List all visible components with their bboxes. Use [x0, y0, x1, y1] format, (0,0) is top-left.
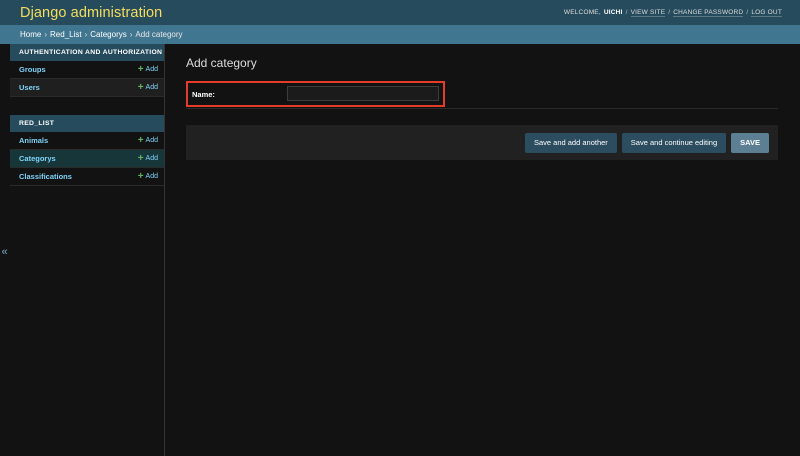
add-categorys-link[interactable]: + Add	[137, 152, 158, 164]
user-tools: WELCOME, UICHI / VIEW SITE / CHANGE PASS…	[564, 9, 782, 17]
sidebar-link-groups[interactable]: Groups	[19, 65, 46, 74]
welcome-text: WELCOME,	[563, 9, 601, 16]
breadcrumb-current: Add category	[135, 30, 183, 39]
plus-icon: +	[137, 63, 144, 75]
breadcrumb-categorys[interactable]: Categorys	[90, 30, 126, 39]
view-site-link[interactable]: VIEW SITE	[630, 9, 666, 17]
sidebar-link-classifications[interactable]: Classifications	[19, 172, 72, 181]
module-auth: AUTHENTICATION AND AUTHORIZATION Groups …	[10, 44, 164, 97]
breadcrumb-red-list[interactable]: Red_List	[50, 30, 82, 39]
form-row-name: Name:	[186, 81, 778, 109]
sidebar-link-users[interactable]: Users	[19, 83, 40, 92]
page-title: Add category	[186, 56, 257, 70]
change-password-link[interactable]: CHANGE PASSWORD	[673, 9, 744, 17]
breadcrumb: Home › Red_List › Categorys › Add catego…	[0, 25, 800, 44]
user-tools-separator: /	[746, 9, 749, 16]
plus-icon: +	[137, 81, 144, 93]
add-groups-link[interactable]: + Add	[137, 63, 158, 75]
sidebar-item-classifications: Classifications + Add	[10, 168, 164, 186]
user-tools-separator: /	[668, 9, 671, 16]
header: Django administration WELCOME, UICHI / V…	[0, 0, 800, 25]
module-caption-red-list[interactable]: RED_LIST	[10, 115, 164, 132]
nav-sidebar: AUTHENTICATION AND AUTHORIZATION Groups …	[10, 44, 165, 456]
add-label: Add	[145, 84, 158, 91]
add-users-link[interactable]: + Add	[137, 81, 158, 93]
plus-icon: +	[137, 134, 144, 146]
sidebar-item-users: Users + Add	[10, 79, 164, 97]
add-classifications-link[interactable]: + Add	[137, 170, 158, 182]
add-label: Add	[145, 137, 158, 144]
nav-sidebar-toggle-icon[interactable]: «	[0, 244, 9, 260]
save-button[interactable]: SAVE	[731, 132, 769, 153]
add-label: Add	[145, 155, 158, 162]
add-label: Add	[145, 66, 158, 73]
module-red-list: RED_LIST Animals + Add Categorys + Add C…	[10, 115, 164, 186]
sidebar-link-animals[interactable]: Animals	[19, 136, 48, 145]
plus-icon: +	[137, 170, 144, 182]
breadcrumb-home[interactable]: Home	[20, 30, 41, 39]
submit-row: Save and add another Save and continue e…	[186, 125, 778, 160]
sidebar-item-groups: Groups + Add	[10, 61, 164, 79]
plus-icon: +	[137, 152, 144, 164]
breadcrumb-separator: ›	[129, 30, 133, 39]
add-animals-link[interactable]: + Add	[137, 134, 158, 146]
name-input[interactable]	[287, 86, 439, 101]
sidebar-link-categorys[interactable]: Categorys	[19, 154, 56, 163]
sidebar-item-categorys: Categorys + Add	[10, 150, 164, 168]
breadcrumb-separator: ›	[84, 30, 88, 39]
sidebar-item-animals: Animals + Add	[10, 132, 164, 150]
log-out-link[interactable]: LOG OUT	[751, 9, 782, 17]
breadcrumb-separator: ›	[44, 30, 48, 39]
save-and-add-another-button[interactable]: Save and add another	[524, 132, 617, 153]
save-and-continue-button[interactable]: Save and continue editing	[621, 132, 727, 153]
main-content: Add category Name: Save and add another …	[186, 44, 778, 160]
user-tools-separator: /	[625, 9, 628, 16]
add-label: Add	[145, 173, 158, 180]
module-caption-auth[interactable]: AUTHENTICATION AND AUTHORIZATION	[10, 44, 164, 61]
site-name[interactable]: Django administration	[20, 5, 162, 21]
username: UICHI	[603, 9, 623, 16]
name-label: Name:	[192, 90, 215, 99]
